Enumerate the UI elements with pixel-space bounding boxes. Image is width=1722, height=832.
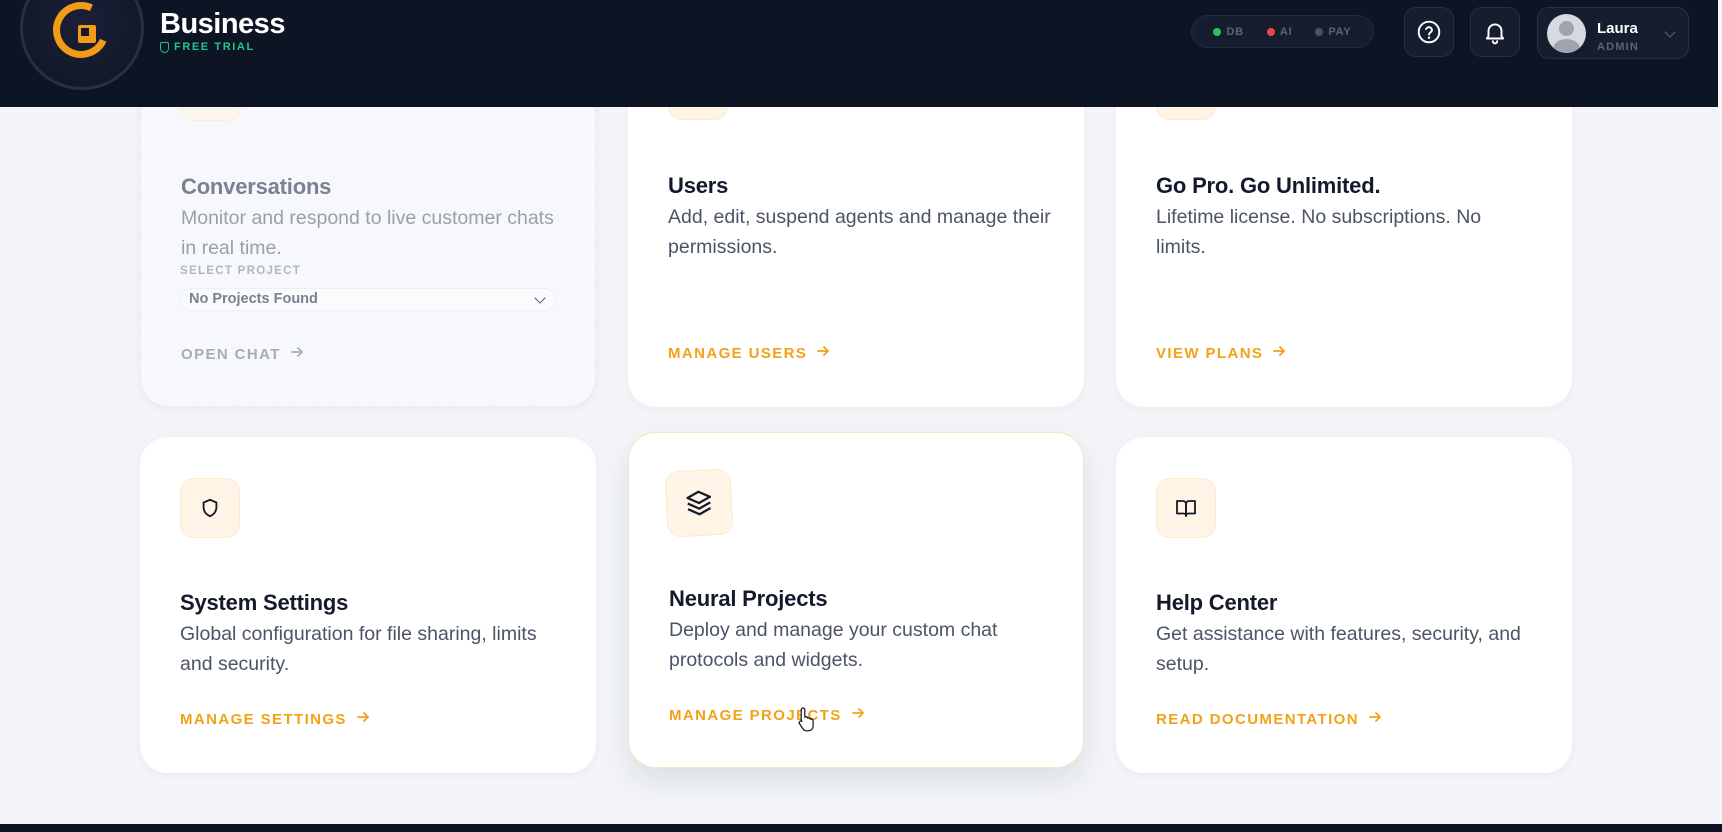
logo[interactable] (20, 0, 144, 90)
hand-cursor-icon (797, 706, 817, 737)
arrow-right-icon (816, 344, 830, 362)
manage-users-link[interactable]: MANAGE USERS (668, 344, 830, 362)
view-plans-link[interactable]: VIEW PLANS (1156, 344, 1286, 362)
status-dot-pay (1315, 27, 1324, 36)
arrow-right-icon (1272, 344, 1286, 362)
shield-icon (160, 41, 169, 53)
card-link-label: OPEN CHAT (181, 345, 281, 363)
card-title: Conversations (181, 174, 332, 199)
notifications-button[interactable] (1470, 7, 1520, 57)
status-dot-ai (1266, 27, 1275, 36)
card-title: System Settings (180, 590, 349, 615)
card-title: Go Pro. Go Unlimited. (1156, 173, 1381, 198)
card-description: Monitor and respond to live customer cha… (181, 207, 554, 259)
arrow-right-icon (851, 706, 865, 724)
help-center-card: Help Center Get assistance with features… (1116, 437, 1572, 773)
card-link-label: MANAGE SETTINGS (180, 710, 347, 728)
arrow-right-icon (290, 345, 304, 363)
help-icon-tile (1156, 478, 1216, 538)
help-button[interactable] (1404, 7, 1454, 57)
card-title: Help Center (1156, 590, 1278, 615)
select-project-label: SELECT PROJECT (180, 265, 302, 277)
status-pay: PAY (1315, 26, 1351, 38)
logo-box (78, 25, 96, 43)
plan-badge: FREE TRIAL (160, 41, 255, 53)
card-description: Get assistance with features, security, … (1156, 623, 1521, 675)
user-menu[interactable]: Laura ADMIN (1537, 7, 1689, 59)
manage-settings-link[interactable]: MANAGE SETTINGS (180, 710, 370, 728)
status-label: AI (1279, 25, 1293, 38)
manage-projects-link[interactable]: MANAGE PROJECTS (669, 706, 865, 724)
conversations-card: Conversations Monitor and respond to liv… (140, 60, 596, 407)
status-ai: AI (1266, 25, 1293, 38)
status-label: PAY (1328, 25, 1352, 38)
read-documentation-link[interactable]: READ DOCUMENTATION (1156, 710, 1382, 728)
card-title: Neural Projects (669, 586, 828, 611)
shield-icon (202, 498, 218, 518)
card-title: Users (668, 173, 729, 198)
arrow-right-icon (356, 710, 370, 728)
user-role: ADMIN (1597, 41, 1640, 53)
project-select[interactable]: No Projects Found (180, 288, 556, 311)
system-settings-card: System Settings Global configuration for… (140, 437, 596, 773)
projects-icon-tile (664, 468, 734, 538)
user-name: Laura (1597, 20, 1638, 37)
footer-bar (0, 824, 1722, 832)
users-card: Users Add, edit, suspend agents and mana… (628, 60, 1084, 407)
status-dot-db (1213, 27, 1222, 36)
status-db: DB (1213, 26, 1244, 38)
layers-icon (686, 490, 712, 516)
card-link-label: READ DOCUMENTATION (1156, 710, 1359, 728)
project-select-value: No Projects Found (189, 291, 318, 307)
go-pro-card: Go Pro. Go Unlimited. Lifetime license. … (1116, 60, 1572, 407)
help-circle-icon (1417, 20, 1441, 44)
card-description: Add, edit, suspend agents and manage the… (668, 206, 1051, 258)
avatar (1547, 14, 1586, 53)
neural-projects-card[interactable]: Neural Projects Deploy and manage your c… (628, 432, 1084, 768)
card-description: Deploy and manage your custom chat proto… (669, 619, 998, 671)
brand-name: Business (160, 8, 285, 40)
top-header: Business FREE TRIAL DB AI PAY Laura ADMI… (0, 0, 1718, 107)
settings-icon-tile (180, 478, 240, 538)
card-link-label: VIEW PLANS (1156, 344, 1264, 362)
system-status: DB AI PAY (1191, 15, 1374, 48)
book-icon (1176, 500, 1196, 517)
plan-label: FREE TRIAL (174, 41, 255, 53)
card-description: Global configuration for file sharing, l… (180, 623, 537, 675)
arrow-right-icon (1368, 710, 1382, 728)
chevron-down-icon (534, 292, 546, 304)
status-label: DB (1226, 25, 1244, 38)
card-description: Lifetime license. No subscriptions. No l… (1156, 206, 1482, 258)
bell-icon (1485, 23, 1505, 45)
card-link-label: MANAGE USERS (668, 344, 808, 362)
open-chat-link[interactable]: OPEN CHAT (181, 345, 304, 363)
chevron-down-icon (1664, 26, 1676, 38)
